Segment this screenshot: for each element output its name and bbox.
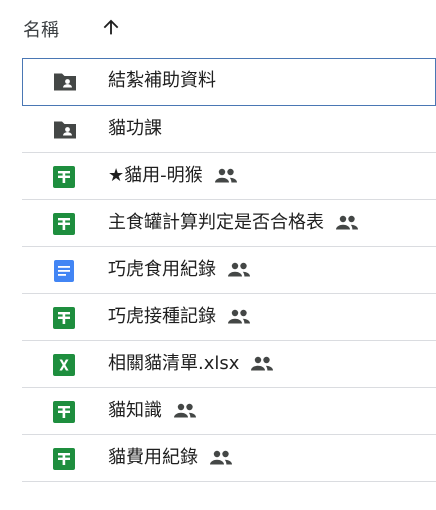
google-sheets-icon bbox=[52, 400, 76, 424]
google-sheets-icon bbox=[52, 306, 76, 330]
shared-folder-icon bbox=[52, 118, 76, 142]
file-name-label: 貓費用紀錄 bbox=[108, 447, 198, 468]
file-name-label: 巧虎食用紀錄 bbox=[108, 259, 216, 280]
excel-file-icon bbox=[52, 353, 76, 377]
google-sheets-icon bbox=[52, 447, 76, 471]
arrow-upward-icon[interactable] bbox=[100, 16, 122, 38]
file-name: 主食罐計算判定是否合格表 bbox=[108, 211, 360, 235]
file-name: 貓費用紀錄 bbox=[108, 446, 234, 470]
file-name: 巧虎食用紀錄 bbox=[108, 258, 252, 282]
file-name: 結紮補助資料 bbox=[108, 69, 216, 93]
shared-folder-icon bbox=[52, 70, 76, 94]
file-name-label: 結紮補助資料 bbox=[108, 70, 216, 91]
shared-people-icon bbox=[213, 167, 239, 185]
file-name-label: 相關貓清單.xlsx bbox=[108, 353, 240, 374]
shared-people-icon bbox=[334, 214, 360, 232]
name-column-header[interactable]: 名稱 bbox=[23, 16, 59, 42]
google-sheets-icon bbox=[52, 212, 76, 236]
file-list: 結紮補助資料 貓功課 ★貓用-明猴主食罐計算判定是否合格表 巧虎食用紀錄 巧虎接種記錄相… bbox=[22, 58, 436, 482]
file-name-label: ★貓用-明猴 bbox=[108, 165, 203, 186]
file-name-label: 巧虎接種記錄 bbox=[108, 306, 216, 327]
file-row[interactable]: 巧虎接種記錄 bbox=[22, 294, 436, 341]
shared-people-icon bbox=[208, 449, 234, 467]
file-name-label: 貓知識 bbox=[108, 400, 162, 421]
shared-people-icon bbox=[226, 308, 252, 326]
file-row[interactable]: 結紮補助資料 bbox=[22, 58, 436, 106]
file-row[interactable]: 貓功課 bbox=[22, 106, 436, 153]
file-row[interactable]: 貓知識 bbox=[22, 388, 436, 435]
google-sheets-icon bbox=[52, 165, 76, 189]
file-row[interactable]: 巧虎食用紀錄 bbox=[22, 247, 436, 294]
file-name-label: 主食罐計算判定是否合格表 bbox=[108, 212, 324, 233]
shared-people-icon bbox=[172, 402, 198, 420]
file-row[interactable]: 相關貓清單.xlsx bbox=[22, 341, 436, 388]
file-name: 貓知識 bbox=[108, 399, 198, 423]
file-name: 巧虎接種記錄 bbox=[108, 305, 252, 329]
file-row[interactable]: 主食罐計算判定是否合格表 bbox=[22, 200, 436, 247]
shared-people-icon bbox=[226, 261, 252, 279]
file-row[interactable]: 貓費用紀錄 bbox=[22, 435, 436, 482]
file-name: 貓功課 bbox=[108, 117, 162, 141]
file-name: ★貓用-明猴 bbox=[108, 164, 239, 188]
file-name-label: 貓功課 bbox=[108, 118, 162, 139]
file-name: 相關貓清單.xlsx bbox=[108, 352, 275, 376]
file-list-header: 名稱 bbox=[0, 0, 436, 58]
google-docs-icon bbox=[52, 259, 76, 283]
file-row[interactable]: ★貓用-明猴 bbox=[22, 153, 436, 200]
shared-people-icon bbox=[249, 355, 275, 373]
